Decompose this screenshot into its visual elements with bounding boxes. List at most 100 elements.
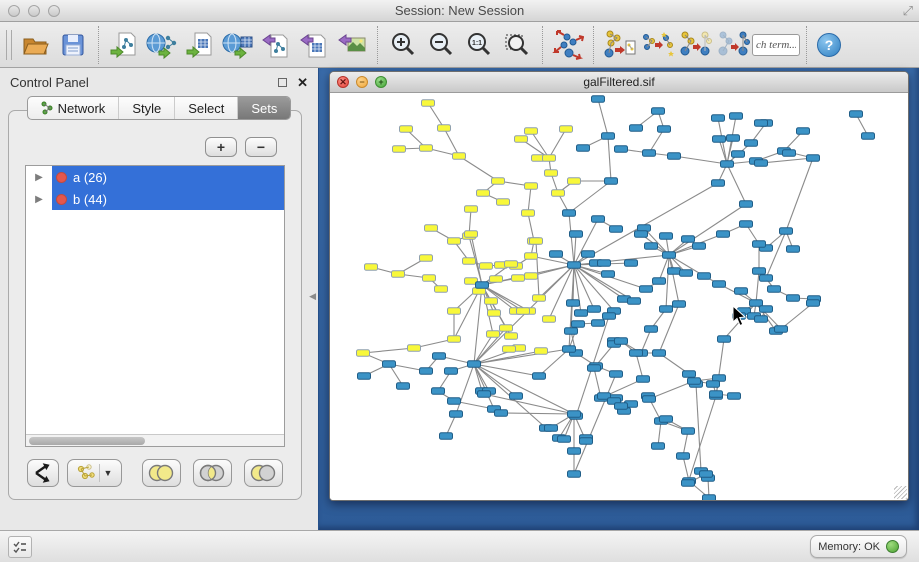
zoom-selected-region-button[interactable] bbox=[500, 27, 534, 63]
graph-node[interactable] bbox=[495, 410, 508, 417]
graph-node[interactable] bbox=[643, 150, 656, 157]
graph-node[interactable] bbox=[615, 403, 628, 410]
graph-node[interactable] bbox=[543, 316, 556, 323]
graph-node[interactable] bbox=[448, 308, 461, 315]
graph-node[interactable] bbox=[568, 178, 581, 185]
create-set-from-network-button[interactable]: ▼ bbox=[67, 459, 122, 487]
graph-node[interactable] bbox=[588, 365, 601, 372]
graph-node[interactable] bbox=[545, 170, 558, 177]
graph-node[interactable] bbox=[448, 336, 461, 343]
graph-node[interactable] bbox=[420, 368, 433, 375]
import-table-url-button[interactable] bbox=[221, 27, 255, 63]
import-network-file-button[interactable] bbox=[107, 27, 141, 63]
graph-node[interactable] bbox=[610, 371, 623, 378]
export-table-button[interactable] bbox=[297, 27, 331, 63]
graph-node[interactable] bbox=[592, 320, 605, 327]
graph-node[interactable] bbox=[787, 246, 800, 253]
graph-node[interactable] bbox=[707, 381, 720, 388]
graph-node[interactable] bbox=[558, 436, 571, 443]
graph-node[interactable] bbox=[408, 345, 421, 352]
graph-node[interactable] bbox=[577, 145, 590, 152]
memory-status-button[interactable]: Memory: OK bbox=[810, 535, 907, 558]
graph-node[interactable] bbox=[652, 108, 665, 115]
apply-preferred-layout-button[interactable] bbox=[551, 27, 585, 63]
graph-node[interactable] bbox=[503, 346, 516, 353]
float-panel-icon[interactable] bbox=[278, 78, 287, 87]
graph-node[interactable] bbox=[787, 295, 800, 302]
fullscreen-icon[interactable]: ⤢ bbox=[903, 3, 913, 19]
network-graph[interactable] bbox=[330, 93, 908, 500]
graph-node[interactable] bbox=[683, 371, 696, 378]
graph-node[interactable] bbox=[653, 350, 666, 357]
close-window-button[interactable] bbox=[8, 5, 20, 17]
tab-select[interactable]: Select bbox=[175, 97, 238, 119]
graph-node[interactable] bbox=[512, 275, 525, 282]
graph-node[interactable] bbox=[721, 161, 734, 168]
graph-node[interactable] bbox=[862, 133, 875, 140]
graph-node[interactable] bbox=[682, 428, 695, 435]
toolbar-drag-handle[interactable] bbox=[6, 30, 12, 60]
graph-node[interactable] bbox=[392, 271, 405, 278]
list-item[interactable]: ▶ b (44) bbox=[26, 188, 284, 210]
network-from-selection-button[interactable] bbox=[602, 27, 636, 63]
graph-node[interactable] bbox=[568, 262, 581, 269]
tab-sets[interactable]: Sets bbox=[238, 97, 290, 119]
graph-node[interactable] bbox=[480, 263, 493, 270]
split-set-button[interactable] bbox=[27, 459, 59, 487]
graph-node[interactable] bbox=[740, 221, 753, 228]
graph-node[interactable] bbox=[727, 135, 740, 142]
graph-node[interactable] bbox=[753, 268, 766, 275]
graph-node[interactable] bbox=[533, 373, 546, 380]
graph-node[interactable] bbox=[712, 115, 725, 122]
graph-node[interactable] bbox=[602, 271, 615, 278]
graph-node[interactable] bbox=[500, 325, 513, 332]
expander-icon[interactable]: ▶ bbox=[26, 194, 52, 205]
graph-node[interactable] bbox=[433, 353, 446, 360]
graph-node[interactable] bbox=[682, 236, 695, 243]
graph-node[interactable] bbox=[775, 326, 788, 333]
graph-node[interactable] bbox=[432, 388, 445, 395]
graph-node[interactable] bbox=[563, 346, 576, 353]
network-canvas[interactable] bbox=[330, 93, 908, 500]
graph-node[interactable] bbox=[652, 443, 665, 450]
graph-node[interactable] bbox=[545, 425, 558, 432]
graph-node[interactable] bbox=[732, 151, 745, 158]
graph-node[interactable] bbox=[753, 241, 766, 248]
tab-network[interactable]: Network bbox=[28, 97, 120, 119]
graph-node[interactable] bbox=[783, 150, 796, 157]
graph-node[interactable] bbox=[563, 210, 576, 217]
zoom-window-button[interactable] bbox=[48, 5, 60, 17]
graph-node[interactable] bbox=[465, 231, 478, 238]
graph-node[interactable] bbox=[445, 368, 458, 375]
graph-node[interactable] bbox=[645, 243, 658, 250]
hide-selected-button[interactable] bbox=[678, 27, 712, 63]
graph-node[interactable] bbox=[728, 393, 741, 400]
graph-node[interactable] bbox=[718, 336, 731, 343]
network-close-button[interactable]: ✕ bbox=[337, 76, 349, 88]
graph-node[interactable] bbox=[663, 252, 676, 259]
graph-node[interactable] bbox=[568, 448, 581, 455]
graph-node[interactable] bbox=[603, 313, 616, 320]
graph-node[interactable] bbox=[510, 393, 523, 400]
graph-node[interactable] bbox=[438, 125, 451, 132]
graph-node[interactable] bbox=[465, 206, 478, 213]
graph-node[interactable] bbox=[592, 216, 605, 223]
network-view-window[interactable]: ✕ − + galFiltered.sif bbox=[329, 71, 909, 501]
expander-icon[interactable]: ▶ bbox=[26, 172, 52, 183]
graph-node[interactable] bbox=[660, 416, 673, 423]
graph-node[interactable] bbox=[637, 376, 650, 383]
graph-node[interactable] bbox=[533, 295, 546, 302]
graph-node[interactable] bbox=[400, 126, 413, 133]
graph-node[interactable] bbox=[435, 286, 448, 293]
import-network-url-button[interactable] bbox=[145, 27, 179, 63]
help-button[interactable]: ? bbox=[817, 33, 841, 57]
show-all-button[interactable] bbox=[716, 27, 750, 63]
graph-node[interactable] bbox=[682, 480, 695, 487]
network-window-titlebar[interactable]: ✕ − + galFiltered.sif bbox=[330, 72, 908, 93]
graph-node[interactable] bbox=[592, 96, 605, 103]
graph-node[interactable] bbox=[420, 255, 433, 262]
open-session-button[interactable] bbox=[18, 27, 52, 63]
graph-node[interactable] bbox=[383, 361, 396, 368]
graph-node[interactable] bbox=[517, 308, 530, 315]
graph-node[interactable] bbox=[668, 153, 681, 160]
